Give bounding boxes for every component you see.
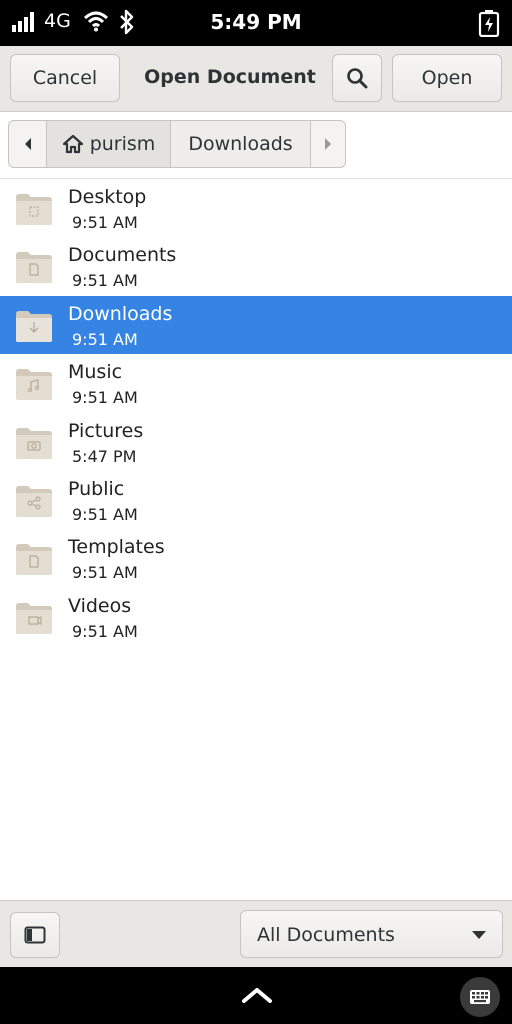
search-button[interactable] bbox=[332, 54, 382, 102]
file-row[interactable]: Documents 9:51 AM bbox=[0, 237, 512, 295]
documents-folder-icon bbox=[16, 252, 52, 284]
path-scroll-right-button[interactable] bbox=[311, 121, 345, 167]
file-modified-time: 9:51 AM bbox=[72, 504, 138, 524]
public-folder-icon bbox=[16, 485, 52, 517]
file-name: Music bbox=[68, 361, 123, 384]
file-row[interactable]: Desktop 9:51 AM bbox=[0, 179, 512, 237]
system-bar bbox=[0, 967, 512, 1024]
pictures-folder-icon bbox=[16, 427, 52, 459]
path-scroll-left-button[interactable] bbox=[9, 121, 47, 167]
file-row[interactable]: Public 9:51 AM bbox=[0, 471, 512, 529]
action-bar: All Documents bbox=[0, 900, 512, 967]
downloads-folder-icon bbox=[16, 310, 52, 342]
clock: 5:49 PM bbox=[210, 10, 302, 34]
chevron-down-icon bbox=[472, 931, 486, 939]
file-filter-label: All Documents bbox=[257, 924, 395, 946]
chevron-left-icon bbox=[24, 138, 31, 150]
file-name: Desktop bbox=[68, 186, 147, 208]
battery-charging-icon bbox=[478, 10, 500, 37]
sidebar-icon bbox=[24, 926, 46, 944]
file-list: Desktop 9:51 AM Documents 9:51 AM Downloads 9… bbox=[0, 179, 512, 646]
file-modified-time: 9:51 AM bbox=[72, 563, 138, 583]
path-downloads-label: Downloads bbox=[188, 133, 293, 155]
header-bar: Cancel Open Document Open bbox=[0, 46, 512, 112]
file-row[interactable]: Templates 9:51 AM bbox=[0, 529, 512, 587]
file-name: Public bbox=[68, 477, 125, 500]
keyboard-button[interactable] bbox=[460, 977, 500, 1017]
file-row[interactable]: Pictures 5:47 PM bbox=[0, 413, 512, 471]
file-modified-time: 5:47 PM bbox=[72, 446, 137, 466]
cancel-button[interactable]: Cancel bbox=[10, 54, 120, 102]
templates-folder-icon bbox=[16, 544, 52, 576]
file-modified-time: 9:51 AM bbox=[72, 271, 138, 291]
videos-folder-icon bbox=[16, 602, 52, 634]
file-modified-time: 9:51 AM bbox=[72, 621, 138, 641]
file-row[interactable]: Videos 9:51 AM bbox=[0, 588, 512, 646]
file-name: Templates bbox=[68, 536, 165, 559]
chevron-right-icon bbox=[325, 138, 331, 150]
toggle-sidebar-button[interactable] bbox=[10, 912, 60, 958]
file-modified-time: 9:51 AM bbox=[72, 213, 138, 232]
home-icon bbox=[62, 134, 83, 154]
file-name: Documents bbox=[68, 244, 177, 267]
chevron-up-icon[interactable] bbox=[241, 985, 273, 1005]
file-name: Videos bbox=[68, 594, 132, 617]
status-bar: 4G 5:49 PM bbox=[0, 0, 512, 46]
path-home-label: purism bbox=[89, 133, 156, 155]
music-folder-icon bbox=[16, 369, 52, 401]
file-filter-dropdown[interactable]: All Documents bbox=[240, 910, 503, 958]
file-row[interactable]: Music 9:51 AM bbox=[0, 354, 512, 412]
file-name: Pictures bbox=[68, 419, 144, 442]
file-row[interactable]: Downloads 9:51 AM bbox=[0, 295, 512, 355]
file-modified-time: 9:51 AM bbox=[72, 329, 138, 349]
path-home-button[interactable]: purism bbox=[47, 121, 171, 167]
cancel-button-label: Cancel bbox=[32, 67, 98, 89]
keyboard-icon bbox=[470, 990, 490, 1004]
search-icon bbox=[347, 68, 368, 89]
file-name: Downloads bbox=[68, 302, 173, 325]
open-button-label: Open bbox=[421, 67, 473, 89]
open-button[interactable]: Open bbox=[392, 54, 502, 102]
file-modified-time: 9:51 AM bbox=[72, 388, 138, 408]
desktop-folder-icon bbox=[16, 194, 52, 225]
dialog-title: Open Document bbox=[144, 66, 316, 88]
path-downloads-button[interactable]: Downloads bbox=[171, 121, 311, 167]
file-chooser-content: purism Downloads Desktop 9:51 AM Documents… bbox=[0, 112, 512, 900]
path-bar: purism Downloads bbox=[8, 120, 346, 168]
